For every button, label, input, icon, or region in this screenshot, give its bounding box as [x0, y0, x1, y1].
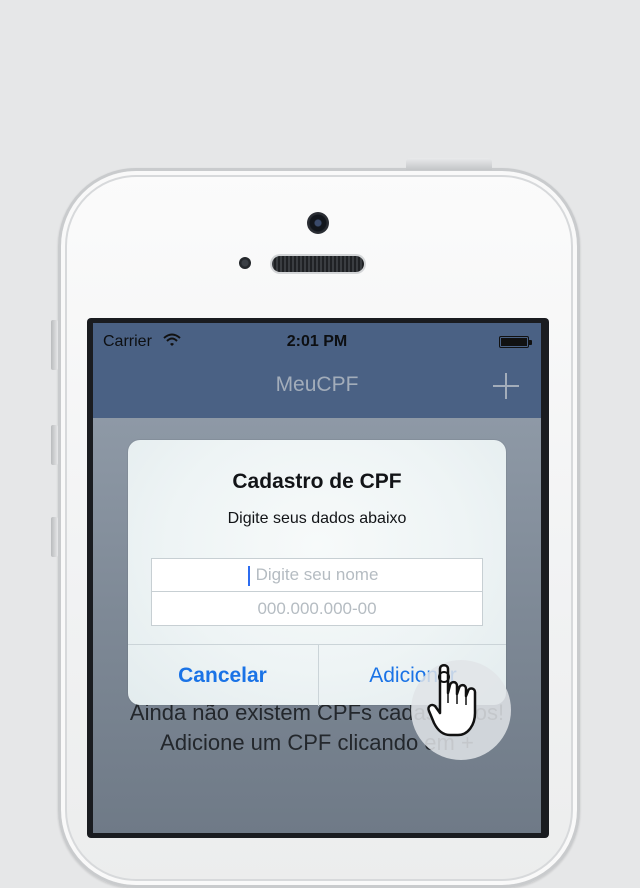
dialog-title: Cadastro de CPF: [232, 470, 402, 493]
cancel-button[interactable]: Cancelar: [128, 645, 317, 706]
hand-pointer-icon: [427, 664, 477, 737]
cpf-input[interactable]: [152, 592, 482, 625]
battery-icon: [499, 336, 532, 348]
dialog-message: Digite seus dados abaixo: [227, 510, 407, 527]
proximity-sensor: [239, 257, 251, 269]
navigation-bar: Carrier 2:01 PM MeuCPF: [93, 323, 541, 418]
add-icon[interactable]: [493, 373, 519, 399]
name-input[interactable]: [152, 559, 482, 591]
volume-down-button: [51, 517, 58, 557]
status-bar: Carrier 2:01 PM: [93, 323, 541, 361]
front-camera: [307, 212, 329, 234]
name-field: [151, 558, 483, 592]
earpiece-speaker: [272, 256, 364, 272]
cpf-field: [151, 592, 483, 626]
power-button: [406, 158, 492, 170]
mute-switch: [51, 320, 58, 370]
volume-up-button: [51, 425, 58, 465]
status-time: 2:01 PM: [286, 333, 348, 350]
text-caret: [248, 566, 250, 586]
page-title: MeuCPF: [275, 373, 359, 396]
